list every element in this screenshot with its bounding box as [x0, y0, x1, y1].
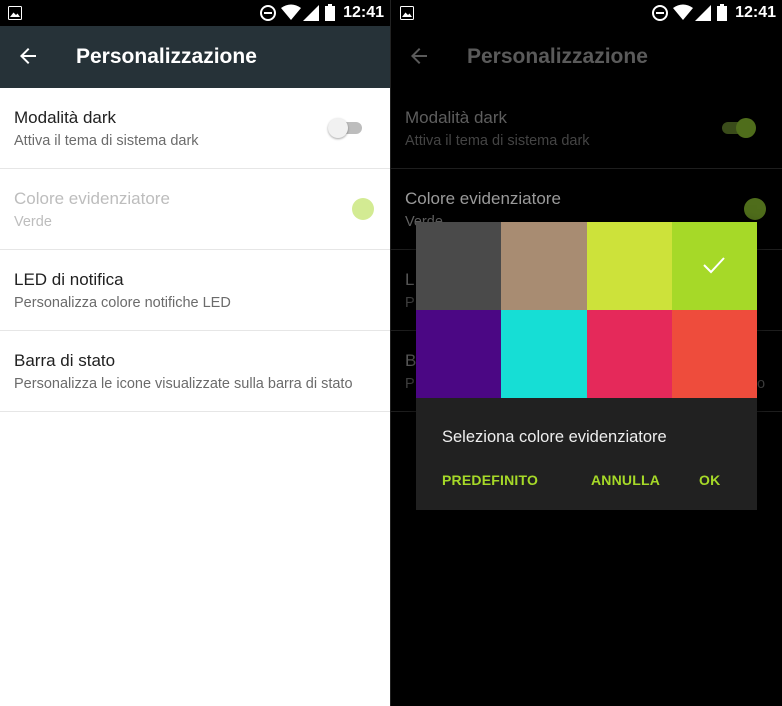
color-swatch[interactable]	[671, 310, 757, 398]
do-not-disturb-icon	[652, 5, 668, 21]
gallery-notification-icon	[400, 6, 414, 20]
color-swatch[interactable]	[586, 222, 672, 310]
page-title: Personalizzazione	[467, 45, 648, 68]
checkmark-icon	[703, 257, 725, 274]
page-title: Personalizzazione	[76, 45, 257, 68]
setting-notification-led[interactable]: LED di notifica Personalizza colore noti…	[0, 250, 390, 331]
color-swatch[interactable]	[416, 222, 502, 310]
accent-color-preview	[352, 198, 374, 220]
setting-subtitle: Attiva il tema di sistema dark	[14, 133, 199, 149]
setting-subtitle: P	[405, 376, 415, 392]
clock: 12:41	[343, 4, 384, 21]
gallery-notification-icon	[8, 6, 22, 20]
default-button[interactable]: PREDEFINITO	[442, 472, 538, 488]
status-bar: 12:41	[391, 0, 782, 26]
color-swatch[interactable]	[416, 310, 502, 398]
setting-dark-mode[interactable]: Modalità dark Attiva il tema di sistema …	[391, 88, 782, 169]
setting-subtitle: Personalizza le icone visualizzate sulla…	[14, 376, 353, 392]
accent-color-dialog: Seleziona colore evidenziatore PREDEFINI…	[416, 222, 757, 510]
setting-status-bar[interactable]: Barra di stato Personalizza le icone vis…	[0, 331, 390, 412]
cancel-button[interactable]: ANNULLA	[591, 472, 660, 488]
back-arrow-icon[interactable]	[407, 44, 431, 68]
setting-subtitle: Verde	[14, 214, 52, 230]
setting-title: Barra di stato	[14, 351, 116, 370]
setting-title: LED di notifica	[14, 270, 124, 289]
color-swatch[interactable]	[501, 222, 587, 310]
wifi-icon	[281, 4, 301, 20]
cell-signal-icon	[303, 5, 319, 21]
color-swatch[interactable]	[501, 310, 587, 398]
status-bar: 12:41	[0, 0, 390, 26]
app-bar: Personalizzazione	[391, 26, 782, 88]
setting-dark-mode[interactable]: Modalità dark Attiva il tema di sistema …	[0, 88, 390, 169]
setting-accent-color: Colore evidenziatore Verde	[0, 169, 390, 250]
setting-subtitle-tail: o	[757, 376, 766, 392]
app-bar: Personalizzazione	[0, 26, 390, 88]
light-settings-screen: 12:41 Personalizzazione Modalità dark At…	[0, 0, 390, 706]
setting-title: Modalità dark	[405, 108, 508, 127]
setting-title: B	[405, 351, 417, 370]
color-swatch-grid	[416, 222, 757, 398]
color-swatch[interactable]	[586, 310, 672, 398]
dark-settings-screen: 12:41 Personalizzazione Modalità dark At…	[391, 0, 782, 706]
battery-icon	[717, 4, 727, 21]
dark-mode-toggle[interactable]	[720, 118, 756, 138]
wifi-icon	[673, 4, 693, 20]
setting-subtitle: Personalizza colore notifiche LED	[14, 295, 231, 311]
do-not-disturb-icon	[260, 5, 276, 21]
setting-subtitle: Attiva il tema di sistema dark	[405, 133, 590, 149]
color-swatch-selected[interactable]	[671, 222, 757, 310]
battery-icon	[325, 4, 335, 21]
clock: 12:41	[735, 4, 776, 21]
settings-list: Modalità dark Attiva il tema di sistema …	[0, 88, 390, 412]
setting-title: Colore evidenziatore	[14, 189, 170, 208]
ok-button[interactable]: OK	[699, 472, 720, 488]
setting-subtitle: P	[405, 295, 415, 311]
setting-title: L	[405, 270, 415, 289]
accent-color-preview	[744, 198, 766, 220]
setting-title: Modalità dark	[14, 108, 117, 127]
setting-title: Colore evidenziatore	[405, 189, 561, 208]
dark-mode-toggle[interactable]	[328, 118, 364, 138]
back-arrow-icon[interactable]	[16, 44, 40, 68]
dialog-title: Seleziona colore evidenziatore	[442, 428, 667, 446]
cell-signal-icon	[695, 5, 711, 21]
